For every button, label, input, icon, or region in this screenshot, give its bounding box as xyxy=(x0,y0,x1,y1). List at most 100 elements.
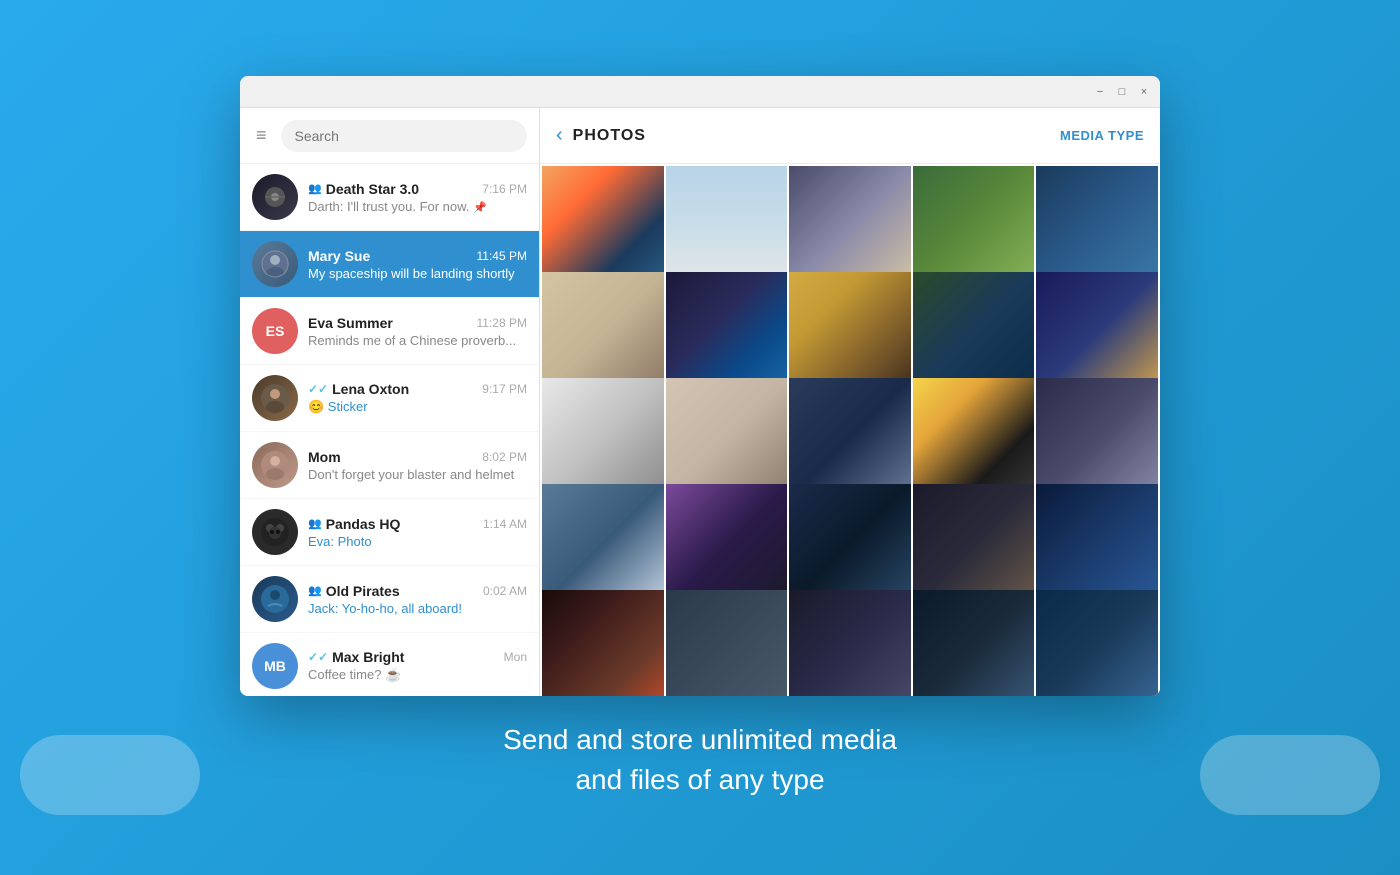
photo-cell-20[interactable] xyxy=(1036,484,1158,606)
close-button[interactable]: × xyxy=(1136,84,1152,100)
photo-cell-23[interactable] xyxy=(789,590,911,696)
chat-preview-max-bright: Coffee time? ☕ xyxy=(308,667,527,683)
photo-cell-8[interactable] xyxy=(789,272,911,394)
avatar-eva-summer: ES xyxy=(252,308,298,354)
chat-name-old-pirates: 👥 Old Pirates xyxy=(308,583,400,599)
chat-item-mary-sue[interactable]: Mary Sue 11:45 PM My spaceship will be l… xyxy=(240,231,539,298)
chat-preview-mary-sue: My spaceship will be landing shortly xyxy=(308,266,527,281)
chat-item-eva-summer[interactable]: ES Eva Summer 11:28 PM Reminds me of a C… xyxy=(240,298,539,365)
photo-cell-2[interactable] xyxy=(666,166,788,288)
chat-time-death-star: 7:16 PM xyxy=(482,182,527,196)
sidebar: ≡ 👥 Death Star 3.0 7:1 xyxy=(240,108,540,696)
chat-list: 👥 Death Star 3.0 7:16 PM Darth: I'll tru… xyxy=(240,164,539,696)
photo-cell-7[interactable] xyxy=(666,272,788,394)
minimize-button[interactable]: − xyxy=(1092,84,1108,100)
chat-item-max-bright[interactable]: MB ✓✓ Max Bright Mon Coffee time? ☕ xyxy=(240,633,539,696)
photo-cell-18[interactable] xyxy=(789,484,911,606)
avatar-old-pirates xyxy=(252,576,298,622)
chat-info-pandas-hq: 👥 Pandas HQ 1:14 AM Eva: Photo xyxy=(308,516,527,549)
chat-item-old-pirates[interactable]: 👥 Old Pirates 0:02 AM Jack: Yo-ho-ho, al… xyxy=(240,566,539,633)
group-icon-pirates: 👥 xyxy=(308,584,322,597)
chat-info-max-bright: ✓✓ Max Bright Mon Coffee time? ☕ xyxy=(308,649,527,683)
avatar-mary-sue xyxy=(252,241,298,287)
search-input[interactable] xyxy=(281,120,527,152)
tagline-line2: and files of any type xyxy=(503,760,897,799)
app-body: ≡ 👥 Death Star 3.0 7:1 xyxy=(240,108,1160,696)
chat-name-death-star: 👥 Death Star 3.0 xyxy=(308,181,419,197)
media-type-button[interactable]: MEDIA TYPE xyxy=(1060,128,1144,143)
photo-cell-16[interactable] xyxy=(542,484,664,606)
menu-icon[interactable]: ≡ xyxy=(252,121,271,150)
chat-info-mom: Mom 8:02 PM Don't forget your blaster an… xyxy=(308,449,527,482)
chat-preview-death-star: Darth: I'll trust you. For now. 📌 xyxy=(308,199,527,214)
chat-info-eva-summer: Eva Summer 11:28 PM Reminds me of a Chin… xyxy=(308,315,527,348)
chat-time-mary-sue: 11:45 PM xyxy=(477,249,527,263)
avatar-pandas-hq xyxy=(252,509,298,555)
chat-time-pandas-hq: 1:14 AM xyxy=(483,517,527,531)
photo-cell-22[interactable] xyxy=(666,590,788,696)
chat-preview-old-pirates: Jack: Yo-ho-ho, all aboard! xyxy=(308,601,527,616)
avatar-death-star xyxy=(252,174,298,220)
photo-cell-1[interactable] xyxy=(542,166,664,288)
double-check-icon: ✓✓ xyxy=(308,382,328,396)
photos-title: PHOTOS xyxy=(573,127,1050,145)
photo-cell-6[interactable] xyxy=(542,272,664,394)
maximize-button[interactable]: □ xyxy=(1114,84,1130,100)
title-bar: − □ × xyxy=(240,76,1160,108)
photo-cell-19[interactable] xyxy=(913,484,1035,606)
chat-item-mom[interactable]: Mom 8:02 PM Don't forget your blaster an… xyxy=(240,432,539,499)
group-icon: 👥 xyxy=(308,182,322,195)
double-check-icon-max: ✓✓ xyxy=(308,650,328,664)
photo-cell-24[interactable] xyxy=(913,590,1035,696)
chat-preview-eva-summer: Reminds me of a Chinese proverb... xyxy=(308,333,527,348)
avatar-max-bright: MB xyxy=(252,643,298,689)
pin-icon: 📌 xyxy=(473,202,487,214)
photo-cell-21[interactable] xyxy=(542,590,664,696)
photo-cell-5[interactable] xyxy=(1036,166,1158,288)
chat-time-mom: 8:02 PM xyxy=(482,450,527,464)
photo-cell-4[interactable] xyxy=(913,166,1035,288)
photo-cell-15[interactable] xyxy=(1036,378,1158,500)
chat-time-old-pirates: 0:02 AM xyxy=(483,584,527,598)
app-window: − □ × ≡ 👥 xyxy=(240,76,1160,696)
chat-info-lena-oxton: ✓✓ Lena Oxton 9:17 PM 😊 Sticker xyxy=(308,381,527,415)
avatar-mom xyxy=(252,442,298,488)
sidebar-header: ≡ xyxy=(240,108,539,164)
photo-cell-3[interactable] xyxy=(789,166,911,288)
photo-cell-12[interactable] xyxy=(666,378,788,500)
chat-name-eva-summer: Eva Summer xyxy=(308,315,393,331)
photo-cell-17[interactable] xyxy=(666,484,788,606)
chat-preview-lena-oxton: 😊 Sticker xyxy=(308,399,527,415)
photo-cell-10[interactable] xyxy=(1036,272,1158,394)
chat-time-max-bright: Mon xyxy=(504,650,527,664)
cloud-decoration-right xyxy=(1200,735,1380,815)
chat-name-pandas-hq: 👥 Pandas HQ xyxy=(308,516,400,532)
photo-cell-14[interactable] xyxy=(913,378,1035,500)
chat-info-old-pirates: 👥 Old Pirates 0:02 AM Jack: Yo-ho-ho, al… xyxy=(308,583,527,616)
tagline: Send and store unlimited media and files… xyxy=(503,720,897,798)
chat-time-eva-summer: 11:28 PM xyxy=(477,316,527,330)
photo-grid xyxy=(540,164,1160,696)
photo-cell-13[interactable] xyxy=(789,378,911,500)
chat-preview-pandas-hq: Eva: Photo xyxy=(308,534,527,549)
avatar-lena-oxton xyxy=(252,375,298,421)
cloud-decoration-left xyxy=(20,735,200,815)
chat-item-death-star[interactable]: 👥 Death Star 3.0 7:16 PM Darth: I'll tru… xyxy=(240,164,539,231)
chat-item-pandas-hq[interactable]: 👥 Pandas HQ 1:14 AM Eva: Photo xyxy=(240,499,539,566)
right-header: ‹ PHOTOS MEDIA TYPE xyxy=(540,108,1160,164)
photo-cell-9[interactable] xyxy=(913,272,1035,394)
back-button[interactable]: ‹ xyxy=(556,124,563,147)
chat-time-lena-oxton: 9:17 PM xyxy=(482,382,527,396)
photo-cell-11[interactable] xyxy=(542,378,664,500)
chat-name-mary-sue: Mary Sue xyxy=(308,248,370,264)
chat-info-mary-sue: Mary Sue 11:45 PM My spaceship will be l… xyxy=(308,248,527,281)
chat-preview-mom: Don't forget your blaster and helmet xyxy=(308,467,527,482)
tagline-line1: Send and store unlimited media xyxy=(503,720,897,759)
photo-cell-25[interactable] xyxy=(1036,590,1158,696)
chat-name-mom: Mom xyxy=(308,449,341,465)
chat-item-lena-oxton[interactable]: ✓✓ Lena Oxton 9:17 PM 😊 Sticker xyxy=(240,365,539,432)
group-icon-pandas: 👥 xyxy=(308,517,322,530)
chat-name-lena-oxton: ✓✓ Lena Oxton xyxy=(308,381,409,397)
chat-name-max-bright: ✓✓ Max Bright xyxy=(308,649,404,665)
right-panel: ‹ PHOTOS MEDIA TYPE xyxy=(540,108,1160,696)
